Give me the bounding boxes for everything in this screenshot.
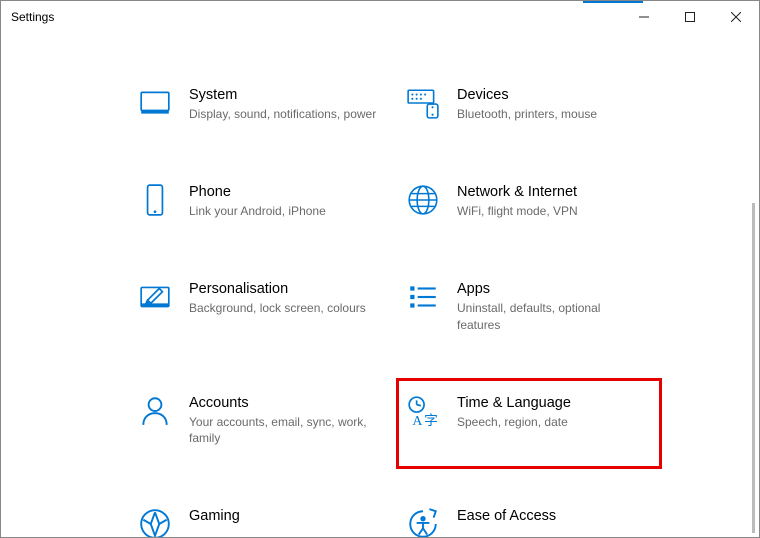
paintbrush-icon bbox=[137, 279, 173, 315]
scrollbar[interactable] bbox=[752, 203, 755, 533]
category-desc: Uninstall, defaults, optional features bbox=[457, 300, 647, 332]
category-desc: Background, lock screen, colours bbox=[189, 300, 366, 316]
category-desc: Bluetooth, printers, mouse bbox=[457, 106, 597, 122]
title-bar: Settings bbox=[1, 1, 759, 33]
category-phone[interactable]: Phone Link your Android, iPhone bbox=[131, 178, 391, 223]
category-title: Personalisation bbox=[189, 281, 366, 297]
time-language-icon: A 字 bbox=[405, 393, 441, 429]
category-title: Ease of Access bbox=[457, 508, 556, 524]
maximize-button[interactable] bbox=[667, 1, 713, 33]
category-desc: Your accounts, email, sync, work, family bbox=[189, 414, 379, 446]
system-icon bbox=[137, 85, 173, 121]
category-time-language[interactable]: A 字 Time & Language Speech, region, date bbox=[399, 381, 659, 466]
category-title: Devices bbox=[457, 87, 597, 103]
close-button[interactable] bbox=[713, 1, 759, 33]
person-icon bbox=[137, 393, 173, 429]
ease-of-access-icon bbox=[405, 506, 441, 537]
category-title: Phone bbox=[189, 184, 326, 200]
category-gaming[interactable]: Gaming bbox=[131, 502, 391, 537]
apps-list-icon bbox=[405, 279, 441, 315]
category-title: Gaming bbox=[189, 508, 240, 524]
category-title: System bbox=[189, 87, 376, 103]
category-desc: Display, sound, notifications, power bbox=[189, 106, 376, 122]
category-desc: WiFi, flight mode, VPN bbox=[457, 203, 578, 219]
settings-content: System Display, sound, notifications, po… bbox=[1, 33, 759, 537]
minimize-button[interactable] bbox=[621, 1, 667, 33]
category-title: Network & Internet bbox=[457, 184, 578, 200]
category-title: Time & Language bbox=[457, 395, 571, 411]
category-accounts[interactable]: Accounts Your accounts, email, sync, wor… bbox=[131, 389, 391, 450]
category-network[interactable]: Network & Internet WiFi, flight mode, VP… bbox=[399, 178, 659, 223]
globe-icon bbox=[405, 182, 441, 218]
category-personalisation[interactable]: Personalisation Background, lock screen,… bbox=[131, 275, 391, 336]
devices-icon bbox=[405, 85, 441, 121]
category-desc: Link your Android, iPhone bbox=[189, 203, 326, 219]
category-title: Apps bbox=[457, 281, 647, 297]
category-devices[interactable]: Devices Bluetooth, printers, mouse bbox=[399, 81, 659, 126]
category-system[interactable]: System Display, sound, notifications, po… bbox=[131, 81, 391, 126]
category-desc: Speech, region, date bbox=[457, 414, 571, 430]
svg-text:字: 字 bbox=[424, 413, 438, 428]
category-ease-of-access[interactable]: Ease of Access bbox=[399, 502, 659, 537]
category-apps[interactable]: Apps Uninstall, defaults, optional featu… bbox=[399, 275, 659, 336]
window-title: Settings bbox=[11, 10, 54, 24]
settings-grid: System Display, sound, notifications, po… bbox=[131, 81, 691, 537]
gaming-icon bbox=[137, 506, 173, 537]
phone-icon bbox=[137, 182, 173, 218]
window-controls bbox=[621, 1, 759, 33]
category-title: Accounts bbox=[189, 395, 379, 411]
svg-text:A: A bbox=[412, 413, 422, 428]
